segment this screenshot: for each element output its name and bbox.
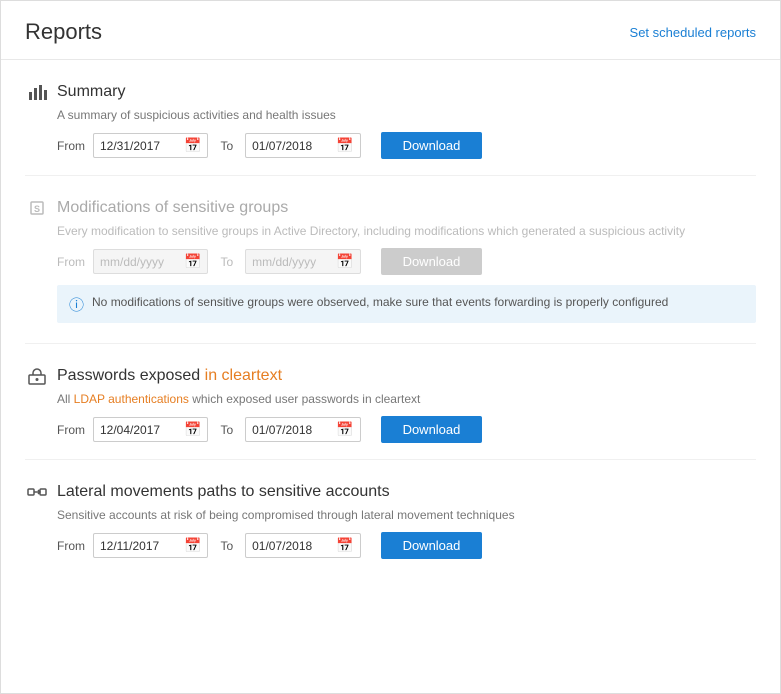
summary-from-calendar-icon[interactable]: 📅 [184,137,201,154]
summary-to-calendar-icon[interactable]: 📅 [336,137,353,154]
sensitive-groups-from-input[interactable] [100,255,182,269]
report-summary: Summary A summary of suspicious activiti… [25,60,756,176]
lateral-download-button[interactable]: Download [381,532,483,559]
lateral-from-input[interactable] [100,539,182,553]
passwords-to-wrap: 📅 [245,417,360,442]
passwords-cleartext-header: Passwords exposed in cleartext [25,364,756,388]
sensitive-groups-info-text: No modifications of sensitive groups wer… [92,293,668,311]
report-sensitive-groups: S Modifications of sensitive groups Ever… [25,176,756,344]
sensitive-groups-to-calendar-icon: 📅 [336,253,353,270]
sensitive-groups-from-calendar-icon: 📅 [184,253,201,270]
summary-desc: A summary of suspicious activities and h… [57,108,756,122]
passwords-cleartext-title: Passwords exposed in cleartext [57,367,282,385]
password-icon [25,364,49,388]
sensitive-groups-from-wrap: 📅 [93,249,208,274]
sensitive-groups-date-row: From 📅 To 📅 Download [57,248,756,275]
set-scheduled-link[interactable]: Set scheduled reports [630,25,756,40]
summary-from-label: From [57,139,85,153]
reports-list: Summary A summary of suspicious activiti… [1,60,780,575]
sensitive-groups-download-button: Download [381,248,483,275]
lateral-to-label: To [220,539,233,553]
passwords-cleartext-desc: All LDAP authentications which exposed u… [57,392,756,406]
passwords-from-calendar-icon[interactable]: 📅 [184,421,201,438]
summary-header: Summary [25,80,756,104]
sensitive-groups-header: S Modifications of sensitive groups [25,196,756,220]
summary-download-button[interactable]: Download [381,132,483,159]
sensitive-groups-to-wrap: 📅 [245,249,360,274]
summary-to-wrap: 📅 [245,133,360,158]
passwords-to-input[interactable] [252,423,334,437]
page-title: Reports [25,19,102,45]
passwords-from-wrap: 📅 [93,417,208,442]
sensitive-groups-to-input[interactable] [252,255,334,269]
lateral-from-calendar-icon[interactable]: 📅 [184,537,201,554]
lateral-movements-desc: Sensitive accounts at risk of being comp… [57,508,756,522]
report-lateral-movements: Lateral movements paths to sensitive acc… [25,460,756,575]
lateral-icon [25,480,49,504]
info-icon: ⓘ [69,294,84,315]
sensitive-groups-title: Modifications of sensitive groups [57,199,288,217]
summary-to-input[interactable] [252,139,334,153]
sensitive-groups-from-label: From [57,255,85,269]
sensitive-groups-desc: Every modification to sensitive groups i… [57,224,756,238]
summary-to-label: To [220,139,233,153]
summary-date-row: From 📅 To 📅 Download [57,132,756,159]
passwords-desc-after: which exposed user passwords in cleartex… [189,392,420,406]
passwords-from-label: From [57,423,85,437]
passwords-title-before: Passwords exposed [57,367,205,384]
lateral-to-wrap: 📅 [245,533,360,558]
shield-icon: S [25,196,49,220]
passwords-download-button[interactable]: Download [381,416,483,443]
passwords-from-input[interactable] [100,423,182,437]
lateral-to-calendar-icon[interactable]: 📅 [336,537,353,554]
page-header: Reports Set scheduled reports [1,1,780,60]
lateral-from-label: From [57,539,85,553]
lateral-movements-date-row: From 📅 To 📅 Download [57,532,756,559]
report-passwords-cleartext: Passwords exposed in cleartext All LDAP … [25,344,756,460]
summary-from-wrap: 📅 [93,133,208,158]
lateral-from-wrap: 📅 [93,533,208,558]
passwords-to-calendar-icon[interactable]: 📅 [336,421,353,438]
passwords-title-highlight: in cleartext [205,367,282,384]
lateral-to-input[interactable] [252,539,334,553]
passwords-to-label: To [220,423,233,437]
sensitive-groups-to-label: To [220,255,233,269]
lateral-movements-title: Lateral movements paths to sensitive acc… [57,483,390,501]
summary-title: Summary [57,83,125,101]
passwords-desc-highlight: LDAP authentications [74,392,189,406]
svg-text:S: S [34,204,40,214]
summary-from-input[interactable] [100,139,182,153]
passwords-cleartext-date-row: From 📅 To 📅 Download [57,416,756,443]
bar-chart-icon [25,80,49,104]
passwords-desc-before: All [57,392,74,406]
lateral-movements-header: Lateral movements paths to sensitive acc… [25,480,756,504]
reports-page: Reports Set scheduled reports Summary A … [0,0,781,694]
sensitive-groups-info-box: ⓘ No modifications of sensitive groups w… [57,285,756,323]
